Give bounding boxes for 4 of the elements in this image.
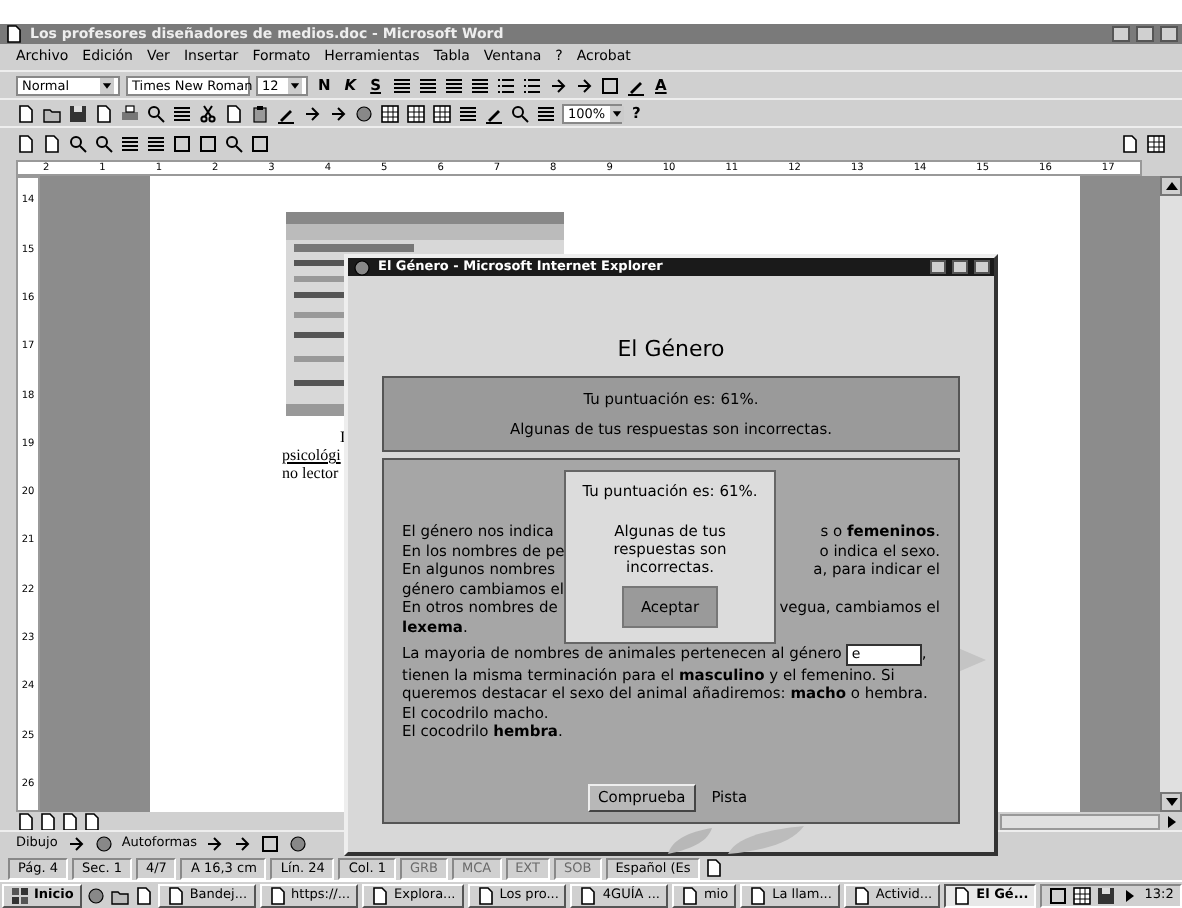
page-heading: El Género — [615, 336, 727, 364]
document-text: I — [340, 430, 346, 446]
document-text: no lector — [282, 466, 339, 482]
document-text: psicológi — [282, 448, 341, 464]
